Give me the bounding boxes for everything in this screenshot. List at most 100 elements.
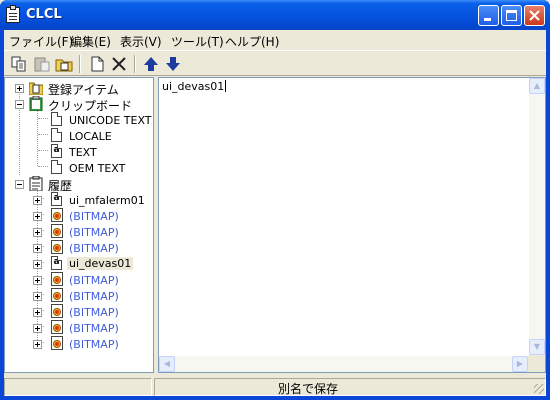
folder-icon[interactable] xyxy=(55,55,73,73)
tree-node-clipboard[interactable]: クリップボード xyxy=(5,96,153,113)
history-item[interactable]: (BITMAP) xyxy=(5,288,153,304)
minimize-button[interactable] xyxy=(478,5,499,26)
toolbar xyxy=(4,50,546,76)
clipboard-icon xyxy=(29,96,43,111)
text-document-icon: a xyxy=(51,144,62,158)
history-item[interactable]: (BITMAP) xyxy=(5,272,153,288)
expand-icon[interactable] xyxy=(33,212,42,221)
status-right-text: 別名で保存 xyxy=(278,382,339,396)
paste-icon[interactable] xyxy=(33,55,51,73)
scroll-down-icon[interactable]: ▼ xyxy=(529,339,545,355)
history-item[interactable]: (BITMAP) xyxy=(5,336,153,352)
client-area: ファイル(F) 編集(E) 表示(V) ツール(T) ヘルプ(H) 登録アイテム… xyxy=(4,30,546,396)
horizontal-scrollbar[interactable]: ◀ ▶ xyxy=(159,356,528,372)
expand-icon[interactable] xyxy=(33,260,42,269)
move-up-icon[interactable] xyxy=(142,55,160,73)
tree-node-format[interactable]: a TEXT xyxy=(5,144,153,160)
tree-label: UNICODE TEXT xyxy=(69,114,152,127)
bitmap-icon xyxy=(51,320,63,334)
new-icon[interactable] xyxy=(88,55,106,73)
history-item[interactable]: a ui_mfalerm01 xyxy=(5,192,153,208)
history-item[interactable]: (BITMAP) xyxy=(5,304,153,320)
status-pane-right: 別名で保存 xyxy=(154,378,546,396)
vertical-scrollbar[interactable]: ▲ ▼ xyxy=(529,78,545,355)
title-bar[interactable]: CLCL xyxy=(0,0,550,30)
bitmap-icon xyxy=(51,304,63,318)
history-item[interactable]: (BITMAP) xyxy=(5,240,153,256)
resize-grip-icon[interactable] xyxy=(534,384,544,394)
document-icon xyxy=(51,128,62,142)
tree-label: (BITMAP) xyxy=(69,306,119,319)
menu-tools[interactable]: ツール(T) xyxy=(171,33,224,50)
maximize-button[interactable] xyxy=(501,5,522,26)
tree-node-format[interactable]: OEM TEXT xyxy=(5,160,153,176)
close-icon xyxy=(529,10,540,21)
tree-view[interactable]: 登録アイテム クリップボード UNICODE TEXT LOCALE a TEX… xyxy=(4,77,154,373)
bitmap-icon xyxy=(51,208,63,222)
scroll-up-icon[interactable]: ▲ xyxy=(529,78,545,94)
tree-label: (BITMAP) xyxy=(69,338,119,351)
expand-icon[interactable] xyxy=(33,292,42,301)
expand-icon[interactable] xyxy=(33,244,42,253)
delete-icon[interactable] xyxy=(110,55,128,73)
history-item-selected[interactable]: a ui_devas01 xyxy=(5,256,153,272)
bitmap-icon xyxy=(51,224,63,238)
tree-label: (BITMAP) xyxy=(69,226,119,239)
tree-label: (BITMAP) xyxy=(69,290,119,303)
folder-icon xyxy=(29,82,43,95)
text-document-icon: a xyxy=(51,192,62,206)
menu-edit[interactable]: 編集(E) xyxy=(70,33,111,50)
tree-node-format[interactable]: LOCALE xyxy=(5,128,153,144)
bitmap-icon xyxy=(51,240,63,254)
move-down-icon[interactable] xyxy=(164,55,182,73)
text-caret xyxy=(225,80,227,92)
scroll-left-icon[interactable]: ◀ xyxy=(159,356,175,372)
status-pane-left xyxy=(4,378,152,396)
bitmap-icon xyxy=(51,272,63,286)
window-title: CLCL xyxy=(26,7,62,22)
menu-file[interactable]: ファイル(F) xyxy=(9,33,73,50)
menu-bar: ファイル(F) 編集(E) 表示(V) ツール(T) ヘルプ(H) xyxy=(4,30,546,50)
tree-node-format[interactable]: UNICODE TEXT xyxy=(5,112,153,128)
expand-icon[interactable] xyxy=(33,228,42,237)
minimize-icon xyxy=(484,18,491,21)
maximize-icon xyxy=(506,10,517,21)
menu-view[interactable]: 表示(V) xyxy=(120,33,162,50)
app-window: CLCL ファイル(F) 編集(E) 表示(V) ツール(T) ヘルプ(H) 登… xyxy=(0,0,550,400)
expand-icon[interactable] xyxy=(33,276,42,285)
history-item[interactable]: (BITMAP) xyxy=(5,224,153,240)
bitmap-icon xyxy=(51,336,63,350)
expand-icon[interactable] xyxy=(33,340,42,349)
scroll-right-icon[interactable]: ▶ xyxy=(512,356,528,372)
menu-help[interactable]: ヘルプ(H) xyxy=(225,33,279,50)
text-document-icon: a xyxy=(51,256,62,270)
scrollbar-corner xyxy=(528,355,545,372)
tree-label: LOCALE xyxy=(69,130,112,143)
collapse-icon[interactable] xyxy=(15,180,24,189)
history-icon xyxy=(29,176,43,191)
document-icon xyxy=(51,160,62,174)
tree-node-history[interactable]: 履歴 xyxy=(5,176,153,193)
text-editor[interactable]: ui_devas01 ▲ ▼ ◀ ▶ xyxy=(158,77,546,373)
tree-label: TEXT xyxy=(69,146,97,159)
bitmap-icon xyxy=(51,288,63,302)
editor-content: ui_devas01 xyxy=(162,80,225,93)
clipboard-icon xyxy=(6,5,20,23)
tree-label: (BITMAP) xyxy=(69,210,119,223)
collapse-icon[interactable] xyxy=(15,100,24,109)
tree-node-registered[interactable]: 登録アイテム xyxy=(5,80,153,97)
tree-label: (BITMAP) xyxy=(69,322,119,335)
expand-icon[interactable] xyxy=(33,196,42,205)
expand-icon[interactable] xyxy=(33,324,42,333)
expand-icon[interactable] xyxy=(15,84,24,93)
tree-label: ui_devas01 xyxy=(67,257,134,270)
close-button[interactable] xyxy=(524,5,545,26)
history-item[interactable]: (BITMAP) xyxy=(5,320,153,336)
tree-label: (BITMAP) xyxy=(69,274,119,287)
tree-label: OEM TEXT xyxy=(69,162,126,175)
history-item[interactable]: (BITMAP) xyxy=(5,208,153,224)
copy-icon[interactable] xyxy=(10,55,28,73)
expand-icon[interactable] xyxy=(33,308,42,317)
document-icon xyxy=(51,112,62,126)
status-bar: 別名で保存 xyxy=(4,376,546,396)
